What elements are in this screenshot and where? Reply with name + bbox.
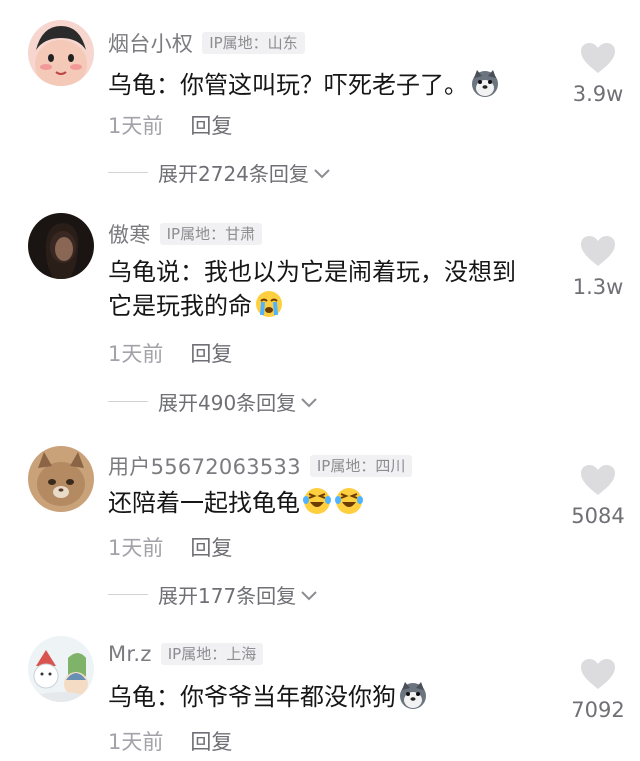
- like-count: 7092: [571, 698, 625, 722]
- username[interactable]: Mr.z: [108, 642, 152, 666]
- comment-text: 还陪着一起找龟龟: [108, 486, 558, 520]
- heart-icon: [581, 43, 615, 73]
- like-count: 3.9w: [572, 82, 624, 106]
- husky-dog-emoji-icon: [470, 68, 500, 98]
- heart-icon: [581, 465, 615, 495]
- ip-location-badge: IP属地：上海: [160, 643, 264, 665]
- divider: [108, 401, 148, 402]
- username[interactable]: 傲寒: [108, 219, 151, 249]
- reply-button[interactable]: 回复: [190, 726, 232, 756]
- crying-face-emoji-icon: [254, 289, 284, 319]
- ip-location-badge: IP属地：山东: [202, 32, 305, 54]
- comment-time: 1天前: [108, 342, 164, 366]
- like-button[interactable]: 3.9w: [558, 42, 638, 106]
- comment-time: 1天前: [108, 730, 164, 754]
- like-button[interactable]: 7092: [558, 658, 638, 722]
- ip-location-badge: IP属地：甘肃: [159, 223, 263, 245]
- expand-replies-button[interactable]: 展开2724条回复: [108, 158, 331, 187]
- heart-icon: [581, 659, 615, 689]
- reply-button[interactable]: 回复: [190, 338, 232, 368]
- username[interactable]: 用户55672063533: [108, 451, 301, 481]
- like-button[interactable]: 5084: [558, 464, 638, 528]
- chevron-down-icon: [301, 590, 317, 600]
- like-count: 5084: [571, 504, 625, 528]
- husky-dog-emoji-icon: [398, 680, 428, 710]
- divider: [108, 172, 148, 173]
- comment-time: 1天前: [108, 536, 164, 560]
- expand-replies-label: 展开2724条回复: [158, 162, 309, 186]
- username[interactable]: 烟台小权: [108, 28, 193, 58]
- like-count: 1.3w: [572, 275, 624, 299]
- expand-replies-button[interactable]: 展开490条回复: [108, 387, 318, 416]
- avatar[interactable]: [28, 20, 94, 86]
- chevron-down-icon: [301, 397, 317, 407]
- ip-location-badge: IP属地：四川: [309, 455, 413, 477]
- reply-button[interactable]: 回复: [190, 110, 232, 140]
- divider: [108, 594, 148, 595]
- avatar[interactable]: [28, 213, 94, 279]
- comment-text: 乌龟说：我也以为它是闹着玩，没想到 它是玩我的命: [108, 258, 516, 320]
- laughing-tears-emoji-icon: [334, 486, 364, 516]
- avatar[interactable]: [28, 636, 94, 702]
- heart-icon: [581, 236, 615, 266]
- expand-replies-label: 展开490条回复: [158, 391, 297, 415]
- comment-text: 乌龟：你爷爷当年都没你狗: [108, 680, 558, 714]
- comment-list: 烟台小权 IP属地：山东 乌龟：你管这叫玩？吓死老子了。 1天前 回复 展开27…: [0, 0, 640, 761]
- expand-replies-button[interactable]: 展开177条回复: [108, 580, 318, 609]
- comment-time: 1天前: [108, 114, 164, 138]
- comment-text: 乌龟：你管这叫玩？吓死老子了。: [108, 68, 558, 102]
- reply-button[interactable]: 回复: [190, 532, 232, 562]
- avatar[interactable]: [28, 446, 94, 512]
- chevron-down-icon: [314, 168, 330, 178]
- expand-replies-label: 展开177条回复: [158, 584, 297, 608]
- like-button[interactable]: 1.3w: [558, 235, 638, 299]
- laughing-tears-emoji-icon: [302, 486, 332, 516]
